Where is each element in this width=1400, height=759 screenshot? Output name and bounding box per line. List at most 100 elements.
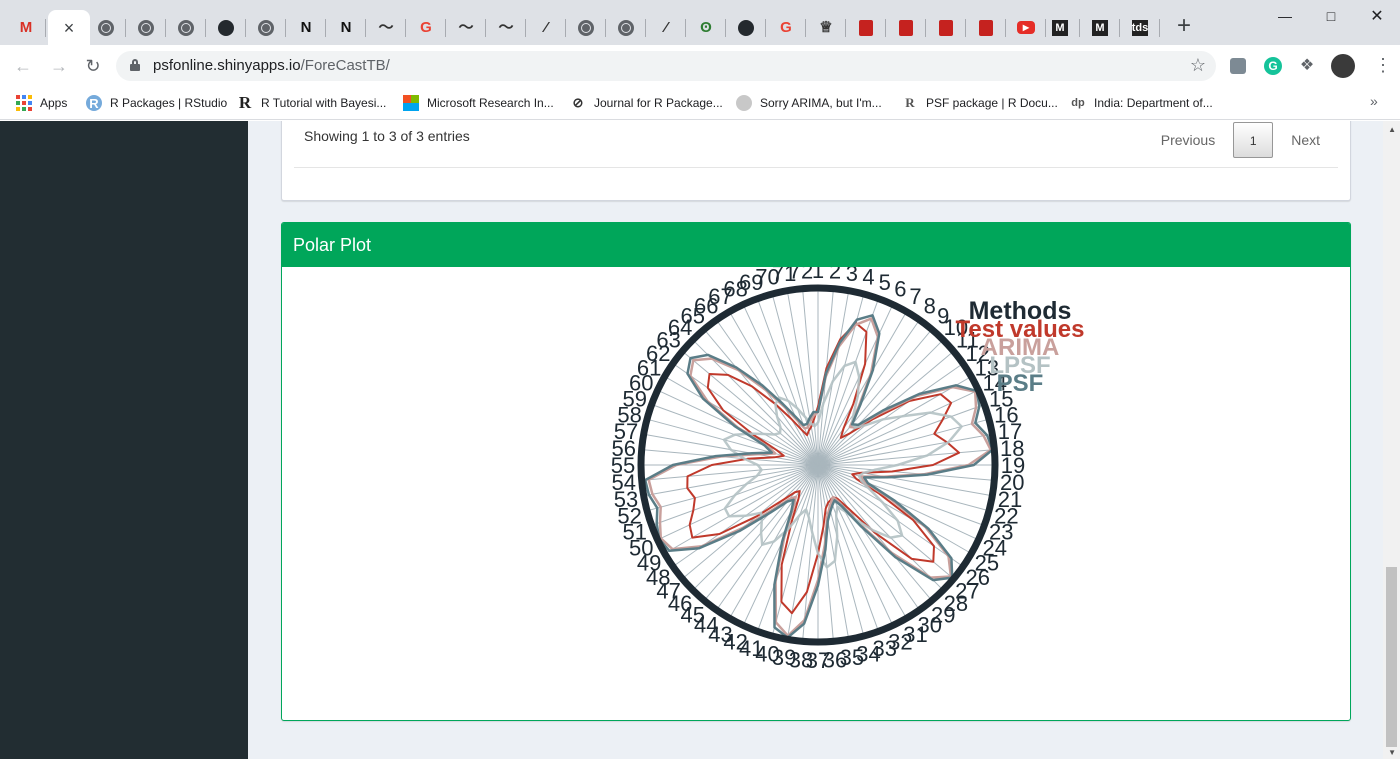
medium-icon: M xyxy=(1092,19,1108,36)
forward-button[interactable]: → xyxy=(46,54,72,78)
pagination-page-1[interactable]: 1 xyxy=(1233,122,1274,158)
bookmark-star-icon[interactable]: ☆ xyxy=(1190,55,1206,76)
minimize-button[interactable]: — xyxy=(1262,0,1308,32)
polar-spoke xyxy=(802,288,819,466)
browser-tab[interactable]: × xyxy=(48,10,90,45)
browser-tab[interactable]: ⁄ xyxy=(526,10,566,45)
r-doc-icon: R xyxy=(905,95,915,110)
globe-icon xyxy=(258,19,274,36)
leaf-icon: ʘ xyxy=(700,18,712,36)
polar-spoke xyxy=(771,293,819,466)
browser-tab[interactable]: N xyxy=(286,10,326,45)
browser-tab[interactable] xyxy=(606,10,646,45)
github-icon xyxy=(738,19,754,36)
pagination-previous[interactable]: Previous xyxy=(1143,122,1233,158)
browser-tab[interactable]: ～ xyxy=(486,10,526,45)
profile-avatar[interactable] xyxy=(1331,54,1355,78)
globe-gray-icon xyxy=(736,95,752,111)
pagination-next[interactable]: Next xyxy=(1273,122,1338,158)
bookmarks-overflow-button[interactable]: » xyxy=(1370,93,1378,109)
app-sidebar xyxy=(0,121,248,759)
bookmark-item[interactable]: Apps xyxy=(16,94,67,112)
browser-tab[interactable] xyxy=(166,10,206,45)
browser-tab[interactable]: ʘ xyxy=(686,10,726,45)
browser-tab[interactable] xyxy=(726,10,766,45)
bookmark-label: Journal for R Package... xyxy=(594,96,723,110)
browser-tab[interactable]: ⁄ xyxy=(646,10,686,45)
bookmark-item[interactable]: dp India: Department of... xyxy=(1070,94,1212,112)
polar-spoke xyxy=(646,418,819,466)
page-content: Showing 1 to 3 of 3 entries Previous 1 N… xyxy=(0,121,1400,759)
scroll-down-arrow-icon[interactable]: ▼ xyxy=(1388,748,1396,757)
browser-tab[interactable] xyxy=(846,10,886,45)
address-bar[interactable]: psfonline.shinyapps.io/ForeCastTB/ ☆ xyxy=(116,51,1216,81)
browser-tab[interactable] xyxy=(206,10,246,45)
rstudio-icon: R xyxy=(86,95,102,111)
polar-spoke xyxy=(742,304,819,466)
polar-tick-label: 3 xyxy=(846,267,858,286)
bookmark-item[interactable]: ⊘ Journal for R Package... xyxy=(570,94,723,112)
url-path: /ForeCastTB/ xyxy=(300,57,390,74)
new-tab-button[interactable]: + xyxy=(1172,14,1196,38)
browser-tab[interactable]: G xyxy=(406,10,446,45)
polar-plot-chart: 1 2 3 4 5 6 7 8 91011121314151617181920212223242… xyxy=(611,267,1085,673)
browser-tab[interactable]: M xyxy=(1040,10,1080,45)
browser-tab[interactable]: N xyxy=(326,10,366,45)
browser-tab[interactable]: ♕ xyxy=(806,10,846,45)
browser-tab[interactable]: M xyxy=(6,10,46,45)
page-scrollbar[interactable]: ▲ ▼ xyxy=(1383,121,1400,759)
bookmark-item[interactable]: Sorry ARIMA, but I'm... xyxy=(736,94,882,112)
pen-icon: ⁄ xyxy=(664,18,668,36)
dp-icon: dp xyxy=(1071,97,1085,109)
browser-tab[interactable]: ～ xyxy=(446,10,486,45)
browser-tab[interactable] xyxy=(566,10,606,45)
extension-cap-icon[interactable] xyxy=(1230,58,1246,74)
apps-icon xyxy=(16,95,32,111)
bookmark-item[interactable]: Microsoft Research In... xyxy=(403,94,554,112)
notion-icon: N xyxy=(340,18,352,36)
table-divider xyxy=(294,167,1338,168)
back-button[interactable]: ← xyxy=(10,54,36,78)
legend-entry: PSF xyxy=(997,370,1044,397)
polar-tick-label: 72 xyxy=(789,267,813,284)
polar-plot-box: Polar Plot 1 2 3 4 5 6 7 8 9 10 11 12 13 14 15 16 17 18 19… xyxy=(281,222,1351,721)
extensions-puzzle-icon[interactable]: ❖ xyxy=(1298,57,1316,75)
globe-icon xyxy=(178,19,194,36)
bookmark-item[interactable]: R R Packages | RStudio xyxy=(86,94,227,112)
squiggle-icon: ～ xyxy=(498,18,514,36)
browser-tab[interactable] xyxy=(86,10,126,45)
browser-tab[interactable]: G xyxy=(766,10,806,45)
table-pagination: Previous 1 Next xyxy=(1143,122,1338,158)
browser-tab[interactable] xyxy=(126,10,166,45)
browser-tab[interactable] xyxy=(886,10,926,45)
table-entries-info: Showing 1 to 3 of 3 entries xyxy=(304,128,470,144)
bookmark-item[interactable]: R PSF package | R Docu... xyxy=(902,94,1058,112)
polar-plot-title: Polar Plot xyxy=(282,223,1350,267)
scroll-up-arrow-icon[interactable]: ▲ xyxy=(1388,125,1396,134)
bookmark-item[interactable]: R R Tutorial with Bayesi... xyxy=(237,93,387,112)
bookmark-label: Apps xyxy=(40,96,68,110)
squiggle-icon: ～ xyxy=(378,18,394,36)
browser-tab[interactable]: M xyxy=(1080,10,1120,45)
close-window-button[interactable]: ✕ xyxy=(1354,0,1400,32)
browser-tab[interactable] xyxy=(966,10,1006,45)
polar-tick-label: 8 xyxy=(924,293,936,318)
close-icon[interactable]: × xyxy=(61,19,77,37)
browser-tab[interactable]: ～ xyxy=(366,10,406,45)
scroll-thumb[interactable] xyxy=(1386,567,1397,747)
polar-tick-label: 4 xyxy=(862,267,874,290)
menu-kebab-icon[interactable]: ⋮ xyxy=(1374,56,1392,74)
grammarly-icon[interactable]: G xyxy=(1264,57,1282,75)
maximize-button[interactable]: □ xyxy=(1308,0,1354,32)
browser-tab[interactable] xyxy=(246,10,286,45)
browser-tab[interactable]: tds xyxy=(1120,10,1160,45)
polar-tick-label: 5 xyxy=(879,270,891,295)
polar-tick-label: 1 xyxy=(812,267,824,283)
bookmark-label: R Packages | RStudio xyxy=(110,96,228,110)
reload-button[interactable]: ↻ xyxy=(80,54,106,78)
globe-icon xyxy=(98,19,114,36)
polar-tick-label: 7 xyxy=(909,284,921,309)
book-red-icon xyxy=(979,19,993,36)
browser-tab[interactable] xyxy=(926,10,966,45)
polar-spoke xyxy=(817,304,894,466)
